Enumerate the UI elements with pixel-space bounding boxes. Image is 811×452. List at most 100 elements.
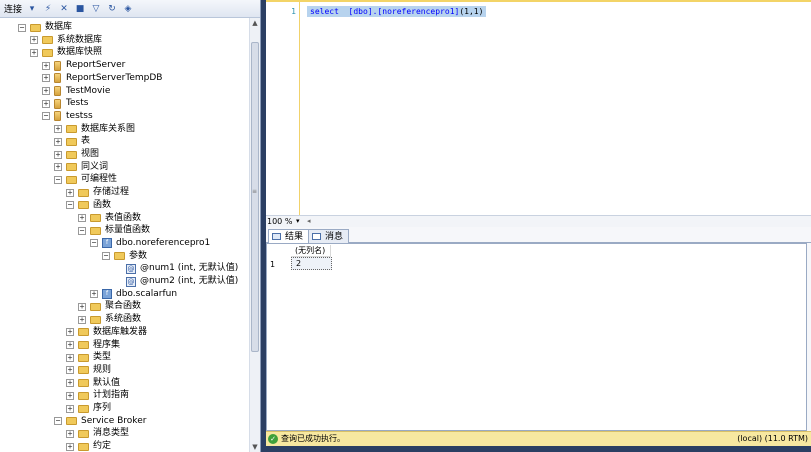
tab-messages-label: 消息 — [325, 232, 344, 242]
expand-icon[interactable]: + — [42, 74, 50, 83]
tree-node[interactable]: − Service Broker — [54, 415, 146, 428]
tree-node-label: 数据库关系图 — [81, 123, 136, 134]
tree-node[interactable]: + 存储过程 — [66, 186, 129, 199]
expand-icon[interactable]: + — [42, 61, 50, 70]
expand-icon[interactable]: + — [66, 404, 74, 413]
tree-node[interactable]: + 数据库触发器 — [66, 326, 147, 339]
tree-node[interactable]: − 函数 — [66, 199, 111, 212]
scroll-left-icon[interactable]: ◂ — [307, 216, 311, 227]
connect-dropdown-icon[interactable]: ▾ — [26, 3, 38, 15]
collapse-icon[interactable]: − — [102, 252, 110, 261]
disconnect-icon[interactable]: ✕ — [58, 3, 70, 15]
query-editor[interactable]: 1 select [dbo].[noreferencepro1](1,1) — [266, 0, 811, 215]
tree-node[interactable]: @ @num2 (int, 无默认值) — [114, 275, 238, 288]
tree-node[interactable]: + 序列 — [66, 402, 111, 415]
tree-node[interactable]: + 同义词 — [54, 161, 108, 174]
collapse-icon[interactable]: − — [18, 23, 26, 32]
stop-icon[interactable]: ■ — [74, 3, 86, 15]
expand-icon[interactable]: + — [66, 429, 74, 438]
tree-node[interactable]: − testss — [42, 110, 93, 123]
scrollbar-thumb[interactable] — [251, 42, 259, 352]
scrollbar-grip-icon: ≡ — [252, 188, 258, 195]
tree-node[interactable]: + 数据库关系图 — [54, 123, 135, 136]
tree-node[interactable]: − 参数 — [102, 250, 147, 263]
collapse-icon[interactable]: − — [54, 417, 62, 426]
tree-node[interactable]: − 可编程性 — [54, 173, 117, 186]
folder-icon — [78, 442, 89, 451]
row-number[interactable]: 1 — [270, 259, 275, 271]
tree-node[interactable]: − 标量值函数 — [78, 224, 150, 237]
tree-node[interactable]: + ReportServerTempDB — [42, 72, 162, 85]
tree-node-label: 数据库 — [45, 22, 73, 32]
tree-node[interactable]: + 系统数据库 — [30, 34, 102, 47]
tree-node[interactable]: + ReportServer — [42, 59, 125, 72]
expand-icon[interactable]: + — [54, 125, 62, 134]
folder-icon — [78, 404, 89, 413]
tree-node[interactable]: + 表 — [54, 135, 90, 148]
tree-node[interactable]: + 表值函数 — [78, 212, 141, 225]
refresh-icon[interactable]: ↻ — [106, 3, 118, 15]
tree-node[interactable]: + 视图 — [54, 148, 99, 161]
tree-node[interactable]: + 消息类型 — [66, 427, 129, 440]
tree-node[interactable]: + 约定 — [66, 440, 111, 452]
expand-icon[interactable]: + — [66, 366, 74, 375]
collapse-icon[interactable]: − — [42, 112, 50, 121]
tree-node[interactable]: @ @num1 (int, 无默认值) — [114, 262, 238, 275]
folder-icon — [78, 188, 89, 197]
expand-icon[interactable]: + — [78, 302, 86, 311]
expand-icon[interactable]: + — [66, 341, 74, 349]
tab-results[interactable]: 结果 — [268, 229, 310, 244]
expand-icon[interactable]: + — [30, 36, 38, 45]
expand-icon[interactable]: + — [66, 353, 74, 362]
expand-icon[interactable]: + — [78, 315, 86, 324]
activity-monitor-icon[interactable]: ◈ — [122, 3, 134, 15]
collapse-icon[interactable]: − — [78, 226, 86, 235]
result-cell[interactable]: 2 — [291, 257, 332, 270]
tree-node[interactable]: + 默认值 — [66, 377, 120, 390]
expand-icon[interactable]: + — [66, 328, 74, 337]
tree-node-label: ReportServer — [66, 60, 126, 71]
expand-icon[interactable]: + — [66, 391, 74, 400]
sql-text[interactable]: select [dbo].[noreferencepro1](1,1) — [307, 6, 487, 17]
tree-node[interactable]: + 类型 — [66, 351, 111, 364]
tab-messages[interactable]: 消息 — [308, 229, 350, 243]
tree-node-label: 约定 — [93, 441, 112, 452]
tree-node[interactable]: + 系统函数 — [78, 313, 141, 326]
expand-icon[interactable]: + — [54, 150, 62, 159]
expand-icon[interactable]: + — [66, 379, 74, 388]
tree-node[interactable]: + 计划指南 — [66, 389, 129, 402]
expand-icon[interactable]: + — [78, 214, 86, 222]
expand-icon[interactable]: + — [90, 290, 98, 299]
tree-node[interactable]: − f dbo.noreferencepro1 — [90, 237, 210, 250]
filter-icon[interactable]: ▽ — [90, 3, 102, 15]
zoom-dropdown-icon[interactable]: ▾ — [296, 216, 300, 227]
folder-icon — [114, 252, 125, 261]
column-header[interactable]: (无列名) — [291, 245, 331, 257]
tree-node-label: ReportServerTempDB — [66, 72, 163, 83]
expand-icon[interactable]: + — [66, 442, 74, 451]
collapse-icon[interactable]: − — [54, 175, 62, 184]
tree-node[interactable]: + f dbo.scalarfun — [90, 288, 177, 301]
scroll-down-icon[interactable]: ▼ — [250, 442, 260, 452]
tree-node[interactable]: + TestMovie — [42, 85, 110, 98]
folder-icon — [66, 150, 77, 159]
zoom-select[interactable]: 100 % — [267, 216, 292, 227]
expand-icon[interactable]: + — [30, 48, 38, 57]
tree-node[interactable]: + 聚合函数 — [78, 300, 141, 313]
expand-icon[interactable]: + — [66, 188, 74, 197]
object-explorer-scrollbar[interactable]: ▲ ≡ ▼ — [249, 18, 260, 452]
tree-node[interactable]: + Tests — [42, 97, 88, 110]
expand-icon[interactable]: + — [54, 163, 62, 172]
expand-icon[interactable]: + — [42, 87, 50, 95]
scroll-up-icon[interactable]: ▲ — [250, 18, 260, 28]
expand-icon[interactable]: + — [42, 99, 50, 108]
tree-node[interactable]: + 程序集 — [66, 339, 120, 352]
connect-icon[interactable]: ⚡ — [42, 3, 54, 15]
expand-icon[interactable]: + — [54, 137, 62, 146]
tree-node[interactable]: + 规则 — [66, 364, 111, 377]
collapse-icon[interactable]: − — [90, 239, 98, 248]
connect-button[interactable]: 连接 — [4, 2, 22, 15]
collapse-icon[interactable]: − — [66, 201, 74, 210]
tree-node[interactable]: − 数据库 — [18, 21, 72, 34]
tree-node[interactable]: + 数据库快照 — [30, 46, 102, 59]
